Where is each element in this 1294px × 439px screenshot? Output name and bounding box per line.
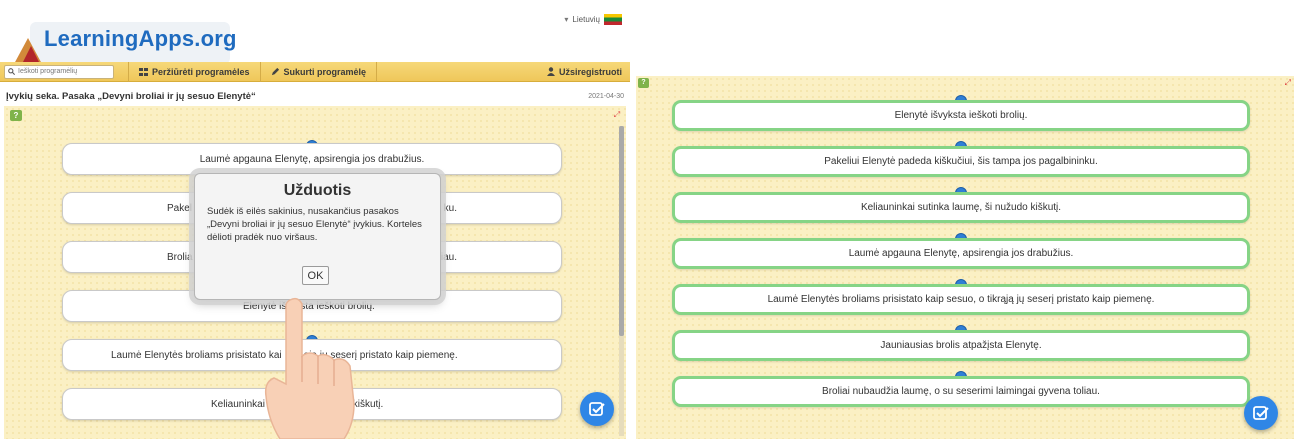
card-text: Laumė Elenytės broliams prisistato kai — [111, 349, 282, 361]
hand-pointer-icon — [264, 297, 355, 439]
right-screenshot: ? ⤢ Elenytė išvyksta ieškoti brolių. Pak… — [636, 76, 1294, 439]
card-text: iau. — [440, 251, 457, 263]
left-screenshot: LearningApps.org ▾ Lietuvių Ieškoti prog… — [0, 0, 630, 439]
card-text: Broliai nubaudžia laumę, o su seserimi l… — [822, 386, 1100, 397]
sequence-card-correct[interactable]: Laumė apgauna Elenytę, apsirengia jos dr… — [672, 238, 1250, 269]
check-icon — [589, 402, 605, 416]
logo[interactable]: LearningApps.org — [8, 12, 236, 64]
language-label: Lietuvių — [572, 15, 600, 24]
navigation-bar: Ieškoti programėlių Peržiūrėti programėl… — [0, 61, 630, 82]
sequence-card-correct[interactable]: Elenytė išvyksta ieškoti brolių. — [672, 100, 1250, 131]
sequence-card-correct[interactable]: Keliauninkai sutinka laumę, ši nužudo ki… — [672, 192, 1250, 223]
card-text: Laumė Elenytės broliams prisistato kaip … — [767, 294, 1155, 305]
search-input[interactable]: Ieškoti programėlių — [4, 64, 114, 79]
grid-icon — [139, 67, 148, 76]
scrollbar-thumb[interactable] — [619, 126, 624, 336]
fullscreen-icon[interactable]: ⤢ — [1285, 78, 1291, 88]
sequence-card[interactable]: Laumė apgauna Elenytę, apsirengia jos dr… — [62, 143, 562, 175]
check-button[interactable] — [1244, 396, 1278, 430]
search-icon — [8, 68, 15, 75]
task-dialog: Užduotis Sudėk iš eilės sakinius, nusaka… — [194, 173, 441, 300]
search-placeholder: Ieškoti programėlių — [18, 68, 78, 75]
app-title: Įvykių seka. Pasaka „Devyni broliai ir j… — [6, 90, 256, 102]
register-label: Užsiregistruoti — [558, 66, 622, 77]
card-text: Pakeliui Elenytė padeda kiškučiui, šis t… — [824, 156, 1098, 167]
card-text: Jauniausias brolis atpažįsta Elenytę. — [880, 340, 1042, 351]
user-icon — [546, 67, 555, 76]
card-text: Brolia — [167, 251, 193, 263]
register-button[interactable]: Užsiregistruoti — [546, 66, 622, 77]
language-selector[interactable]: ▾ Lietuvių — [564, 14, 622, 25]
card-text: Elenytė išvyksta ieškoti brolių. — [894, 110, 1028, 121]
browse-apps-label: Peržiūrėti programėles — [152, 66, 250, 77]
help-icon[interactable]: ? — [638, 78, 649, 88]
help-icon[interactable]: ? — [10, 110, 22, 121]
create-app-label: Sukurti programėlę — [283, 66, 367, 77]
dialog-text: Sudėk iš eilės sakinius, nusakančius pas… — [207, 206, 422, 243]
check-icon — [1253, 406, 1269, 420]
browse-apps-button[interactable]: Peržiūrėti programėles — [128, 61, 261, 82]
create-app-button[interactable]: Sukurti programėlę — [261, 61, 378, 82]
logo-text: LearningApps.org — [44, 26, 237, 51]
sequence-card-correct[interactable]: Pakeliui Elenytė padeda kiškučiui, šis t… — [672, 146, 1250, 177]
card-text: Laumė apgauna Elenytę, apsirengia jos dr… — [199, 153, 425, 165]
ok-button[interactable]: OK — [302, 266, 329, 285]
card-text: ku. — [443, 202, 457, 214]
app-title-bar: Įvykių seka. Pasaka „Devyni broliai ir j… — [0, 86, 630, 106]
top-header: LearningApps.org ▾ Lietuvių — [0, 0, 630, 64]
chevron-down-icon: ▾ — [564, 15, 569, 24]
card-text: Keliauninkai sutinka laumę, ši nužudo ki… — [860, 202, 1062, 213]
sequence-card-correct[interactable]: Jauniausias brolis atpažįsta Elenytę. — [672, 330, 1250, 361]
card-text: Laumė apgauna Elenytę, apsirengia jos dr… — [848, 248, 1074, 259]
sequence-card-correct[interactable]: Broliai nubaudžia laumę, o su seserimi l… — [672, 376, 1250, 407]
pencil-icon — [271, 67, 279, 76]
flag-icon — [604, 14, 622, 25]
check-button[interactable] — [580, 392, 614, 426]
dialog-title: Užduotis — [283, 182, 352, 199]
fullscreen-icon[interactable]: ⤢ — [612, 110, 622, 120]
sequence-card-correct[interactable]: Laumė Elenytės broliams prisistato kaip … — [672, 284, 1250, 315]
card-text: Pakel — [167, 202, 193, 214]
app-date: 2021-04-30 — [588, 92, 624, 100]
